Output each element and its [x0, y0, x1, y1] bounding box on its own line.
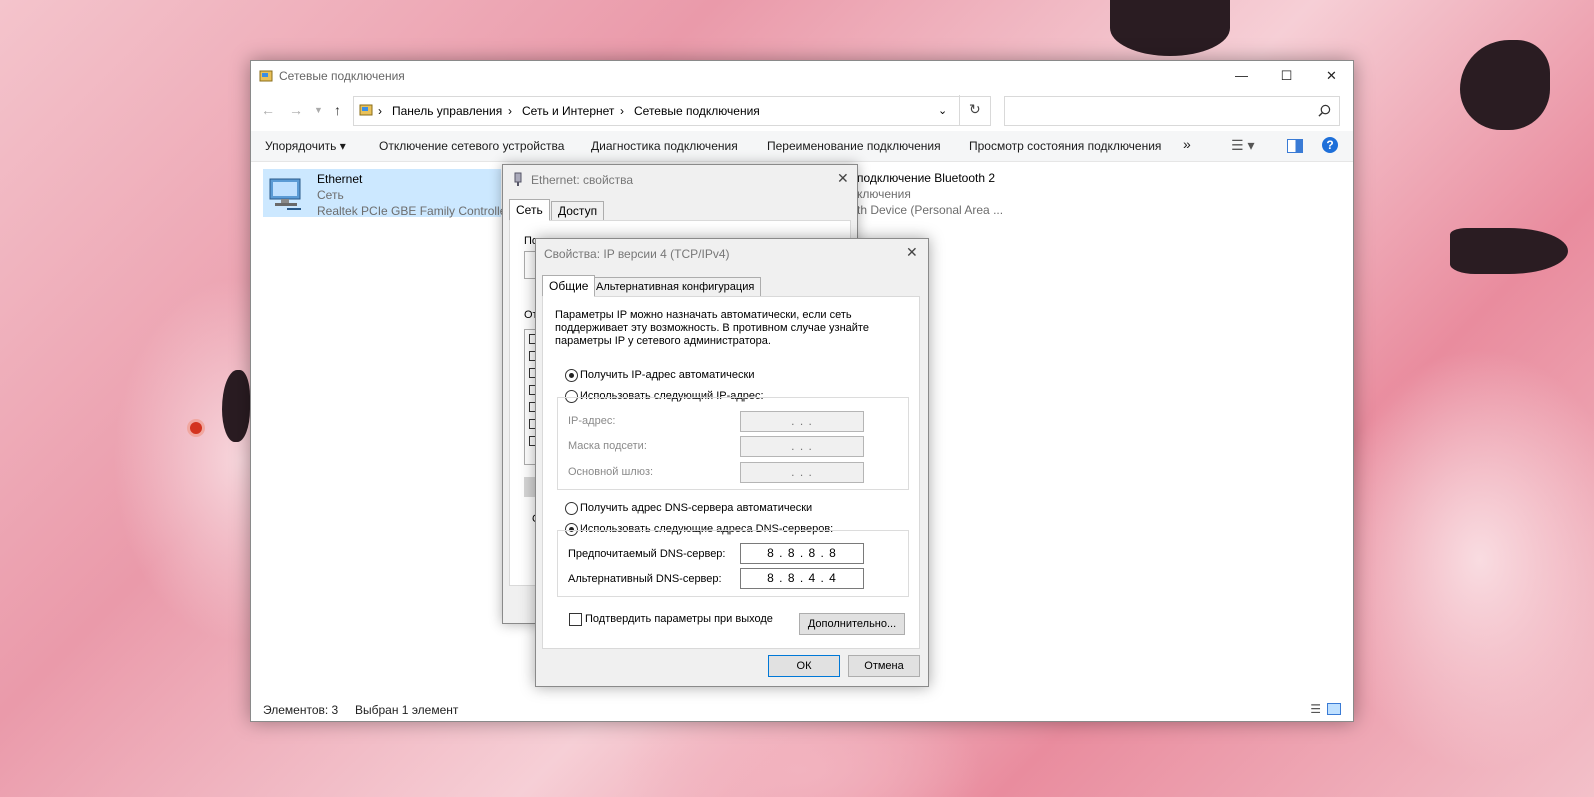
preferred-dns-field[interactable]: 8 . 8 . 8 . 8 [740, 543, 864, 564]
flamingo-eye [190, 422, 202, 434]
diagnose-button[interactable]: Диагностика подключения [591, 139, 738, 153]
general-tab-panel: Параметры IP можно назначать автоматичес… [542, 296, 920, 649]
close-icon[interactable]: ✕ [906, 244, 918, 261]
disable-device-button[interactable]: Отключение сетевого устройства [379, 139, 564, 153]
advanced-button[interactable]: Дополнительно... [799, 613, 905, 635]
large-icons-view-icon[interactable] [1327, 703, 1341, 715]
breadcrumb-separator: › [378, 104, 382, 118]
flamingo-beak-top [1110, 0, 1230, 56]
search-icon [1318, 104, 1331, 117]
auto-ip-label[interactable]: Получить IP-адрес автоматически [580, 369, 754, 381]
breadcrumb-network-internet[interactable]: Сеть и Интернет [522, 104, 614, 118]
breadcrumb-separator: › [620, 104, 624, 118]
maximize-button[interactable]: ☐ [1264, 61, 1309, 91]
tab-alternate-config[interactable]: Альтернативная конфигурация [589, 277, 762, 297]
preferred-dns-label: Предпочитаемый DNS-сервер: [568, 548, 726, 560]
recent-dropdown-icon[interactable]: ▼ [314, 105, 323, 115]
breadcrumb-separator: › [508, 104, 512, 118]
close-icon[interactable]: ✕ [837, 170, 849, 187]
address-bar[interactable]: › Панель управления › Сеть и Интернет › … [353, 96, 991, 126]
alternate-dns-field[interactable]: 8 . 8 . 4 . 4 [740, 568, 864, 589]
close-button[interactable]: ✕ [1309, 61, 1354, 91]
dialog-title: Ethernet: свойства [531, 173, 634, 187]
intro-text-line: параметры IP у сетевого администратора. [555, 335, 771, 347]
more-commands-button[interactable]: » [1183, 136, 1191, 152]
up-arrow-icon[interactable]: ↑ [334, 102, 341, 118]
auto-ip-radio[interactable] [565, 369, 578, 382]
flamingo-beak-left [222, 370, 250, 442]
bluetooth-item-device: th Device (Personal Area ... [857, 203, 1004, 217]
refresh-icon: ↻ [969, 101, 981, 117]
intro-text-line: поддерживает эту возможность. В противно… [555, 322, 869, 334]
manual-dns-group: Предпочитаемый DNS-сервер: 8 . 8 . 8 . 8… [557, 530, 909, 597]
minimize-button[interactable]: — [1219, 61, 1264, 91]
rename-button[interactable]: Переименование подключения [767, 139, 941, 153]
gateway-field[interactable]: . . . [740, 462, 864, 483]
view-options-icon[interactable]: ☰ ▾ [1231, 137, 1254, 154]
back-arrow-icon[interactable]: ← [261, 102, 275, 118]
item-type: Сеть [317, 188, 344, 202]
refresh-button[interactable]: ↻ [959, 95, 990, 125]
subnet-mask-label: Маска подсети: [568, 440, 647, 452]
window-title: Сетевые подключения [279, 69, 405, 83]
item-device: Realtek PCIe GBE Family Controller [317, 204, 511, 218]
preview-pane-icon[interactable] [1287, 139, 1303, 153]
validate-on-exit-label[interactable]: Подтвердить параметры при выходе [585, 613, 773, 625]
status-item-count: Элементов: 3 [263, 703, 339, 717]
manual-ip-group: IP-адрес: . . . Маска подсети: . . . Осн… [557, 397, 909, 490]
network-adapter-icon [269, 178, 301, 210]
details-view-icon[interactable]: ☰ [1310, 702, 1321, 716]
ethernet-adapter-icon [514, 172, 522, 186]
help-icon[interactable]: ? [1322, 137, 1338, 153]
alternate-dns-label: Альтернативный DNS-сервер: [568, 573, 722, 585]
ethernet-connection-item[interactable]: Ethernet Сеть Realtek PCIe GBE Family Co… [263, 169, 510, 218]
gateway-label: Основной шлюз: [568, 466, 654, 478]
ipv4-properties-dialog: Свойства: IP версии 4 (TCP/IPv4) ✕ Общие… [535, 238, 929, 687]
address-dropdown-icon[interactable]: ⌄ [938, 104, 947, 117]
status-selected: Выбран 1 элемент [355, 703, 459, 717]
item-name: Ethernet [317, 172, 363, 186]
bluetooth-item-name[interactable]: подключение Bluetooth 2 [857, 171, 995, 185]
tab-general[interactable]: Общие [542, 275, 596, 297]
flamingo-beak-right [1450, 228, 1568, 274]
auto-dns-radio[interactable] [565, 502, 578, 515]
cancel-button[interactable]: Отмена [848, 655, 920, 677]
command-bar: Упорядочить ▾ Отключение сетевого устрой… [251, 131, 1353, 162]
ip-address-label: IP-адрес: [568, 415, 616, 427]
tab-sharing[interactable]: Доступ [551, 201, 605, 221]
subnet-mask-field[interactable]: . . . [740, 436, 864, 457]
dialog-title: Свойства: IP версии 4 (TCP/IPv4) [544, 247, 730, 261]
control-panel-icon [359, 104, 373, 116]
view-status-button[interactable]: Просмотр состояния подключения [969, 139, 1161, 153]
title-bar: Сетевые подключения — ☐ ✕ [251, 61, 1353, 91]
intro-text-line: Параметры IP можно назначать автоматичес… [555, 309, 852, 321]
auto-dns-label[interactable]: Получить адрес DNS-сервера автоматически [580, 502, 812, 514]
ip-address-field[interactable]: . . . [740, 411, 864, 432]
breadcrumb-network-connections[interactable]: Сетевые подключения [634, 104, 760, 118]
breadcrumb-control-panel[interactable]: Панель управления [392, 104, 502, 118]
tab-network[interactable]: Сеть [509, 199, 550, 221]
flamingo-beak-topright [1460, 40, 1550, 130]
network-folder-icon [259, 70, 273, 82]
validate-on-exit-checkbox[interactable] [569, 613, 582, 626]
bluetooth-item-type: ключения [857, 187, 911, 201]
ok-button[interactable]: ОК [768, 655, 840, 677]
organize-button[interactable]: Упорядочить ▾ [265, 139, 346, 153]
forward-arrow-icon[interactable]: → [289, 102, 303, 118]
search-input[interactable] [1004, 96, 1340, 126]
